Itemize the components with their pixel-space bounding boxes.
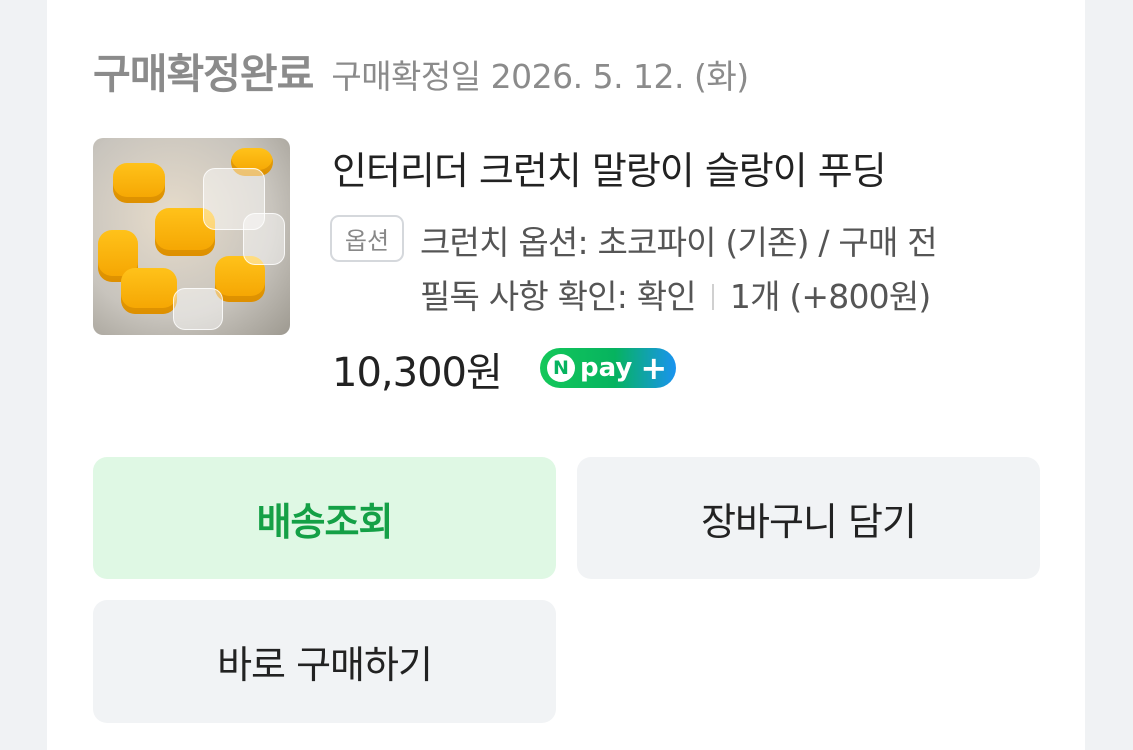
order-status: 구매확정완료 xyxy=(93,50,314,98)
npay-n-icon: N xyxy=(547,354,575,382)
price: 10,300원 xyxy=(332,350,503,396)
quantity: 1개 (+800원) xyxy=(729,277,931,316)
track-delivery-button[interactable]: 배송조회 xyxy=(93,457,556,579)
pudding-shape xyxy=(121,268,177,314)
order-card: 구매확정완료 구매확정일 2026. 5. 12. (화) 인터리더 크런치 말… xyxy=(47,0,1085,750)
wrapper-shape xyxy=(173,288,223,330)
plus-icon: + xyxy=(640,349,668,387)
confirm-date: 구매확정일 2026. 5. 12. (화) xyxy=(331,57,749,96)
status-row: 구매확정완료 구매확정일 2026. 5. 12. (화) xyxy=(93,40,749,110)
option-badge: 옵션 xyxy=(330,215,404,262)
npay-plus-logo: N pay + xyxy=(540,348,676,388)
wrapper-shape xyxy=(243,213,285,265)
option-line-1: 크런치 옵션: 초코파이 (기존) / 구매 전 xyxy=(420,223,938,262)
option-line-2: 필독 사항 확인: 확인 1개 (+800원) xyxy=(420,270,931,318)
npay-word: pay xyxy=(580,353,633,383)
add-to-cart-button[interactable]: 장바구니 담기 xyxy=(577,457,1040,579)
buy-now-button[interactable]: 바로 구매하기 xyxy=(93,600,556,723)
divider xyxy=(711,284,714,310)
option-line-2-text: 필독 사항 확인: 확인 xyxy=(420,277,697,316)
product-thumbnail[interactable] xyxy=(93,138,290,335)
product-name[interactable]: 인터리더 크런치 말랑이 슬랑이 푸딩 xyxy=(332,140,887,195)
pudding-shape xyxy=(113,163,165,203)
